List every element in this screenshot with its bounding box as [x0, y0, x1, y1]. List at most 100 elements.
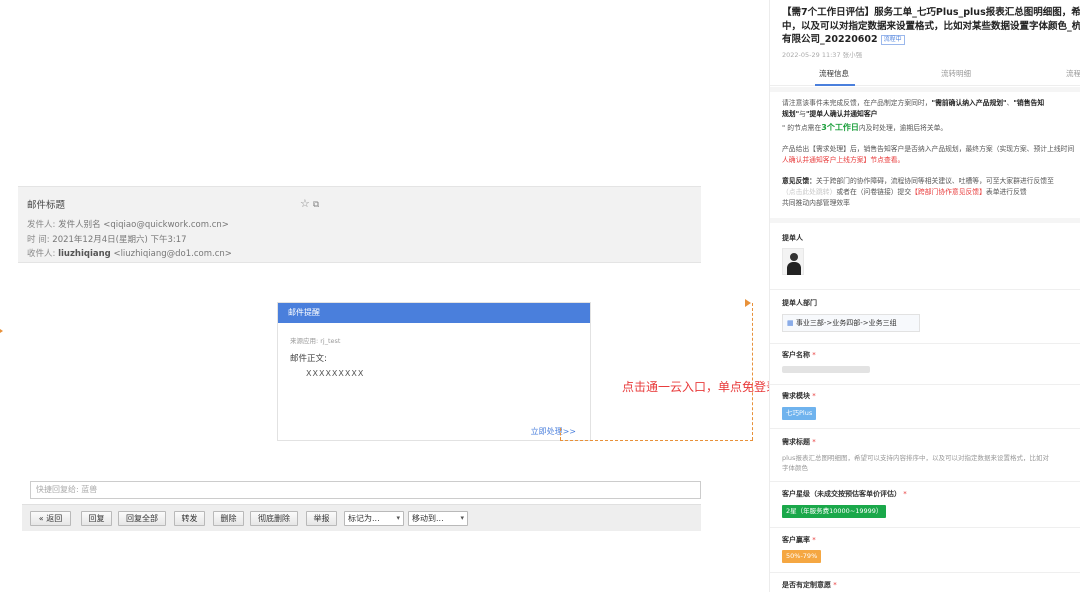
field-label-has-custom: 是否有定制意愿 * [782, 581, 837, 589]
mail-subject: 邮件标题 [27, 200, 66, 211]
info-text: 或者在（问卷链接）提交 [836, 188, 912, 196]
req-title-value: 字体颜色 [782, 464, 808, 472]
highlight-text: 3个工作日 [821, 123, 859, 132]
screenshot-canvas: 邮件标题 ☆ ⧉ 发件人: 发件人别名 <qiqiao@quickwork.com… [0, 0, 1080, 592]
info-paragraph: 人确认并通知客户上线方案】节点查看。 [782, 155, 1080, 166]
field-label-cust-rate: 客户赢率 * [782, 536, 816, 544]
quick-reply-input[interactable]: 快捷回复给: 蓝兽 [30, 481, 701, 499]
field-label-req-title: 需求标题 * [782, 438, 816, 446]
star-icon[interactable]: ☆ [300, 197, 310, 210]
to-label: 收件人: [27, 249, 56, 259]
info-text[interactable]: （点击此处跳转） [782, 188, 836, 196]
tab-flow-detail[interactable]: 流转明细 [941, 68, 971, 79]
section-divider [770, 218, 1080, 223]
time-value: 2021年12月4日(星期六) 下午3:17 [52, 235, 187, 245]
info-paragraph: 产品给出【需求处理】后，销售告知客户是否纳入产品规划，最终方案（实现方案、预计上… [782, 145, 1075, 153]
card-header: 邮件提醒 [278, 303, 590, 323]
info-paragraph: 共同推动内部管理效率 [782, 199, 850, 207]
blurred-value [782, 366, 870, 373]
connector-segment [560, 440, 753, 441]
reply-all-button[interactable]: 回复全部 [118, 511, 166, 526]
mail-toolbar: « 返回 回复 回复全部 转发 删除 彻底删除 举报 标记为... 移动到... [22, 504, 701, 531]
info-text: 内及时处理，逾期后将关单。 [858, 124, 948, 132]
org-icon: ▦ [787, 319, 796, 327]
info-paragraph: （点击此处跳转）或者在（问卷链接）提交【跨部门协作意见反馈】表单进行反馈 [782, 187, 1080, 198]
card-sender: 来源应用: rj_test [290, 337, 341, 345]
status-badge: 流程中 [880, 34, 905, 45]
workflow-panel: 【需7个工作日评估】服务工单_七巧Plus_plus报表汇总图明细图，希望可以 … [769, 0, 1080, 592]
back-button[interactable]: « 返回 [30, 511, 71, 526]
info-text: 表单进行反馈 [985, 188, 1027, 196]
info-text: "销售告知 [1013, 99, 1045, 107]
field-separator [770, 384, 1080, 385]
time-label: 时 间: [27, 235, 50, 245]
report-button[interactable]: 举报 [306, 511, 337, 526]
workflow-title: 【需7个工作日评估】服务工单_七巧Plus_plus报表汇总图明细图，希望可以 … [782, 6, 1080, 47]
title-line-text: 有限公司_20220602 [782, 34, 878, 45]
card-body-text: XXXXXXXXX [306, 369, 365, 378]
tab-process[interactable]: 流程 [1066, 68, 1080, 79]
info-text: " 的节点需在 [782, 124, 822, 132]
field-label-customer-name: 客户名称 * [782, 351, 816, 359]
workflow-meta: 2022-05-29 11:37 张小强 [782, 51, 863, 59]
level-chip: 2星（年服务费10000~19999） [782, 505, 887, 518]
mail-header: 邮件标题 ☆ ⧉ 发件人: 发件人别名 <qiqiao@quickwork.com… [18, 186, 701, 263]
delete-forever-button[interactable]: 彻底删除 [250, 511, 298, 526]
connector-segment [560, 428, 561, 440]
info-text: "需前确认纳入产品规划" [931, 99, 1007, 107]
mail-to-row: 收件人: liuzhiqiang <liuzhiqiang@do1.com.cn… [27, 247, 232, 259]
field-label-cust-level: 客户星级（未成交按预估客单价评估） * [782, 490, 907, 498]
info-text: 请注意该事件未完成反馈，在产品制定方案同时， [782, 99, 932, 107]
field-label-submitter-dept: 提单人部门 [782, 299, 817, 307]
info-text: 关于跨部门的协作障碍，流程协同等相关建议、吐槽等，可至大家群进行反馈至 [815, 177, 1054, 185]
info-text: 与 [799, 110, 806, 118]
field-separator [770, 527, 1080, 528]
label-text: 客户星级（未成交按预估客单价评估） [782, 490, 901, 498]
to-email: <liuzhiqiang@do1.com.cn> [113, 249, 232, 259]
field-separator [770, 343, 1080, 344]
label-text: 客户赢率 [782, 536, 810, 544]
from-label: 发件人: [27, 220, 56, 230]
rate-chip: 50%-79% [782, 550, 822, 563]
connector-segment [752, 303, 753, 440]
card-body-label: 邮件正文: [290, 354, 327, 364]
title-line: 有限公司_20220602 流程中 [782, 33, 1080, 47]
field-separator [770, 481, 1080, 482]
active-tab-indicator [815, 84, 855, 86]
to-name[interactable]: liuzhiqiang [58, 249, 111, 259]
popout-icon[interactable]: ⧉ [313, 200, 319, 210]
field-separator [770, 572, 1080, 573]
feedback-link[interactable]: 【跨部门协作意见反馈】 [911, 188, 986, 196]
label-text: 客户名称 [782, 351, 810, 359]
workflow-tabs: 流程信息 流转明细 流程 [770, 64, 1080, 86]
move-to-select[interactable]: 移动到... [408, 511, 468, 526]
dept-value: ▦ 事业三部->业务四部->业务三组 [782, 314, 920, 332]
title-line: 中，以及可以对指定数据来设置格式，比如对某些数据设置字体颜色_杭州僖 [782, 20, 1080, 32]
info-text: "提单人确认并通知客户 [805, 110, 878, 118]
label-text: 需求标题 [782, 438, 810, 446]
field-label-req-module: 需求模块 * [782, 392, 816, 400]
info-text: 规划" [782, 110, 800, 118]
mail-actions: ☆ ⧉ [300, 197, 322, 210]
mail-notification-card: 邮件提醒 来源应用: rj_test 邮件正文: XXXXXXXXX 立即处理>… [277, 302, 591, 441]
info-paragraph: 请注意该事件未完成反馈，在产品制定方案同时，"需前确认纳入产品规划"、"销售告知 [782, 98, 1080, 109]
info-text: 人确认并通知客户上线方案】节点查看。 [782, 156, 905, 164]
req-title-value: plus报表汇总图明细图，希望可以支持内容排序中，以及可以对指定数据来设置格式，… [782, 454, 1049, 462]
avatar [782, 248, 804, 275]
process-now-link[interactable]: 立即处理>> [531, 426, 576, 437]
tab-process-info[interactable]: 流程信息 [819, 68, 849, 79]
from-value[interactable]: 发件人别名 <qiqiao@quickwork.com.cn> [58, 220, 229, 230]
field-separator [770, 428, 1080, 429]
info-paragraph: " 的节点需在3个工作日内及时处理，逾期后将关单。 [782, 122, 1080, 134]
info-paragraph: 规划"与"提单人确认并通知客户 [782, 109, 1080, 120]
label-text: 是否有定制意愿 [782, 581, 831, 589]
mark-as-select[interactable]: 标记为... [344, 511, 404, 526]
section-divider [770, 87, 1080, 92]
field-label-submitter: 提单人 [782, 234, 803, 242]
delete-button[interactable]: 删除 [213, 511, 244, 526]
reply-button[interactable]: 回复 [81, 511, 112, 526]
label-text: 需求模块 [782, 392, 810, 400]
arrow-right-icon [0, 327, 3, 335]
info-text: 意见反馈： [782, 177, 816, 185]
forward-button[interactable]: 转发 [174, 511, 205, 526]
